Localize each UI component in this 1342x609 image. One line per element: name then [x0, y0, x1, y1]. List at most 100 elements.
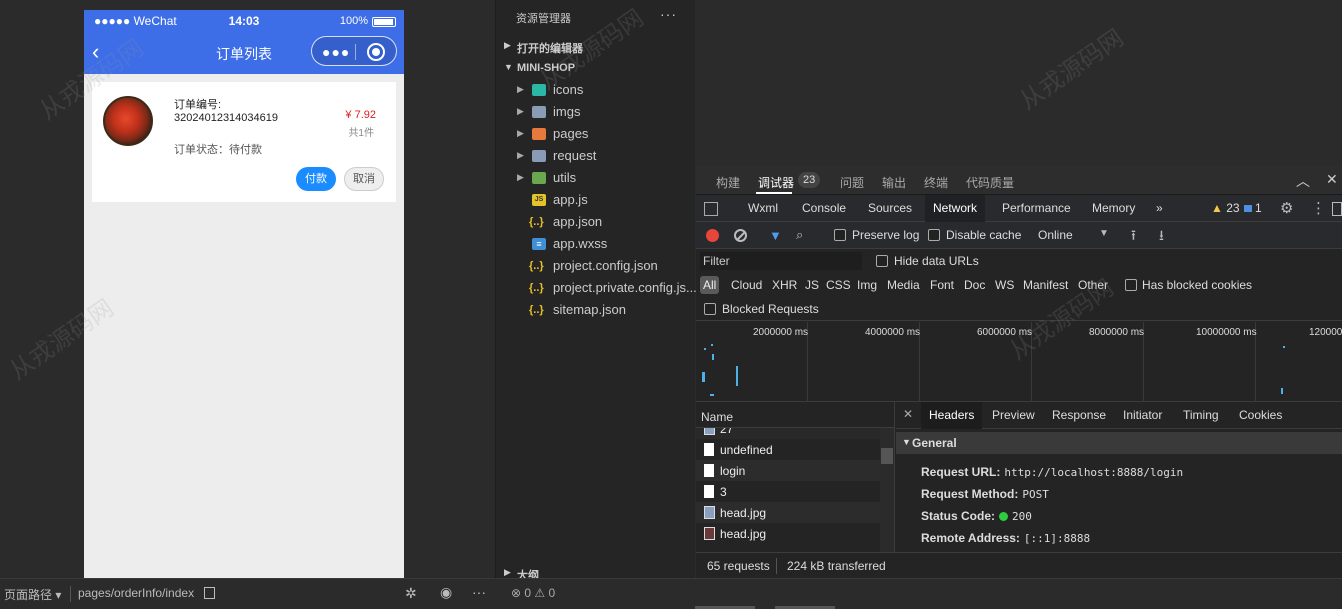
filter-doc[interactable]: Doc [961, 276, 988, 294]
request-row[interactable]: undefined [696, 439, 880, 460]
disable-cache-checkbox[interactable] [928, 229, 940, 241]
tab-response[interactable]: Response [1044, 402, 1114, 429]
inspect-element-icon[interactable] [704, 202, 718, 216]
timeline-tick: 4000000 ms [865, 327, 921, 338]
request-row[interactable]: login [696, 460, 880, 481]
filter-all[interactable]: All [700, 276, 720, 294]
preserve-log-checkbox[interactable] [834, 229, 846, 241]
dock-icon[interactable] [1332, 202, 1342, 216]
search-icon[interactable]: ⌕ [796, 227, 803, 243]
open-editors-section[interactable]: ▶ 打开的编辑器 [496, 35, 696, 57]
hide-data-urls-checkbox[interactable] [876, 255, 888, 267]
tree-item-imgs[interactable]: ▶ imgs [496, 101, 696, 123]
tree-item-pages[interactable]: ▶ pages [496, 123, 696, 145]
tab-memory[interactable]: Memory [1084, 195, 1143, 222]
export-har-icon[interactable]: ⭳ [1159, 225, 1164, 249]
scrollbar-thumb[interactable] [881, 448, 893, 464]
tab-initiator[interactable]: Initiator [1115, 402, 1170, 429]
name-column-header[interactable]: Name [696, 402, 895, 428]
request-row[interactable]: 3 [696, 481, 880, 502]
tab-network[interactable]: Network [925, 195, 986, 222]
tree-item-project-config[interactable]: {..} project.config.json [496, 255, 696, 277]
tab-output[interactable]: 输出 [882, 174, 906, 191]
image-file-icon [704, 428, 715, 435]
import-har-icon[interactable]: ⭱ [1131, 225, 1136, 249]
active-tab-indicator [756, 192, 792, 194]
filter-other[interactable]: Other [1075, 276, 1111, 294]
explorer-more-icon[interactable]: ··· [660, 6, 677, 22]
request-row[interactable]: 27 [696, 428, 880, 439]
more-icon[interactable]: ··· [472, 584, 486, 600]
tab-preview[interactable]: Preview [984, 402, 1043, 429]
tab-terminal[interactable]: 终端 [924, 174, 948, 191]
error-warning-counter[interactable]: ⊗ 0 ⚠ 0 [511, 586, 555, 600]
kebab-menu-icon[interactable]: ⋮ [1311, 199, 1326, 217]
tab-console[interactable]: Console [794, 195, 854, 222]
message-counter[interactable]: 1 [1244, 201, 1262, 215]
request-row[interactable]: head.jpg [696, 523, 880, 544]
tab-problems[interactable]: 问题 [840, 174, 864, 191]
filter-font[interactable]: Font [927, 276, 957, 294]
tab-code-quality[interactable]: 代码质量 [966, 174, 1014, 191]
project-section[interactable]: ▼ MINI-SHOP [496, 57, 696, 79]
bug-icon[interactable]: ✲ [405, 585, 417, 602]
tree-item-app-json[interactable]: {..} app.json [496, 211, 696, 233]
filter-xhr[interactable]: XHR [769, 276, 800, 294]
tree-item-utils[interactable]: ▶ utils [496, 167, 696, 189]
tree-item-icons[interactable]: ▶ icons [496, 79, 696, 101]
filter-css[interactable]: CSS [823, 276, 854, 294]
warning-counter[interactable]: ▲ 23 [1211, 201, 1240, 215]
tab-sources[interactable]: Sources [860, 195, 920, 222]
tab-timing[interactable]: Timing [1175, 402, 1227, 429]
chevron-up-icon[interactable]: ︿ [1296, 171, 1310, 191]
document-icon [704, 443, 714, 456]
devtools-panel-tabs: Wxml Console Sources Network Performance… [696, 195, 1342, 222]
request-name: undefined [720, 443, 773, 457]
close-detail-icon[interactable]: ✕ [903, 407, 913, 421]
folder-icon [532, 84, 546, 96]
order-card[interactable]: 订单编号: 320240123140346​19 订单状态：待付款 ¥ 7.92… [92, 82, 396, 202]
blocked-requests-checkbox[interactable] [704, 303, 716, 315]
tab-cookies[interactable]: Cookies [1231, 402, 1290, 429]
pay-button[interactable]: 付款 [296, 167, 336, 191]
page-path: pages/orderInfo/index [78, 586, 195, 600]
tree-item-app-wxss[interactable]: ≡ app.wxss [496, 233, 696, 255]
clear-icon[interactable] [734, 229, 747, 242]
filter-input[interactable] [700, 252, 862, 270]
request-row[interactable]: head.jpg [696, 502, 880, 523]
editor-area [696, 0, 1342, 165]
filter-manifest[interactable]: Manifest [1020, 276, 1071, 294]
tab-build[interactable]: 构建 [716, 174, 740, 191]
tab-performance[interactable]: Performance [994, 195, 1079, 222]
request-list-scrollbar[interactable] [880, 428, 894, 552]
filter-media[interactable]: Media [884, 276, 923, 294]
general-section-header[interactable]: ▼ General [896, 432, 1342, 454]
close-mini-program-icon[interactable] [367, 43, 385, 61]
battery-percent: 100% [339, 15, 368, 27]
filter-js[interactable]: JS [802, 276, 822, 294]
eye-icon[interactable]: ◉ [440, 584, 452, 601]
tab-wxml[interactable]: Wxml [740, 195, 786, 222]
more-dots-icon[interactable]: ●●● [322, 44, 350, 60]
page-path-dropdown[interactable]: 页面路径 ▾ [4, 586, 61, 603]
filter-funnel-icon[interactable]: ▼ [769, 228, 782, 243]
gear-icon[interactable]: ⚙ [1280, 199, 1293, 217]
has-blocked-cookies-checkbox[interactable] [1125, 279, 1137, 291]
filter-cloud[interactable]: Cloud [728, 276, 765, 294]
record-icon[interactable] [706, 229, 719, 242]
tree-item-request[interactable]: ▶ request [496, 145, 696, 167]
tree-item-app-js[interactable]: JS app.js [496, 189, 696, 211]
close-icon[interactable]: ✕ [1326, 171, 1338, 188]
tree-item-sitemap[interactable]: {..} sitemap.json [496, 299, 696, 321]
throttling-select[interactable]: Online [1038, 228, 1073, 242]
filter-img[interactable]: Img [854, 276, 880, 294]
tree-item-project-private-config[interactable]: {..} project.private.config.js... [496, 277, 697, 299]
tab-debugger[interactable]: 调试器 [758, 174, 794, 191]
more-tabs-icon[interactable]: » [1148, 195, 1171, 222]
filter-ws[interactable]: WS [992, 276, 1017, 294]
cancel-button[interactable]: 取消 [344, 167, 384, 191]
tab-headers[interactable]: Headers [921, 402, 983, 429]
tree-item-label: request [553, 148, 597, 163]
network-timeline[interactable]: 2000000 ms 4000000 ms 6000000 ms 8000000… [696, 322, 1342, 402]
copy-icon[interactable] [204, 587, 215, 599]
